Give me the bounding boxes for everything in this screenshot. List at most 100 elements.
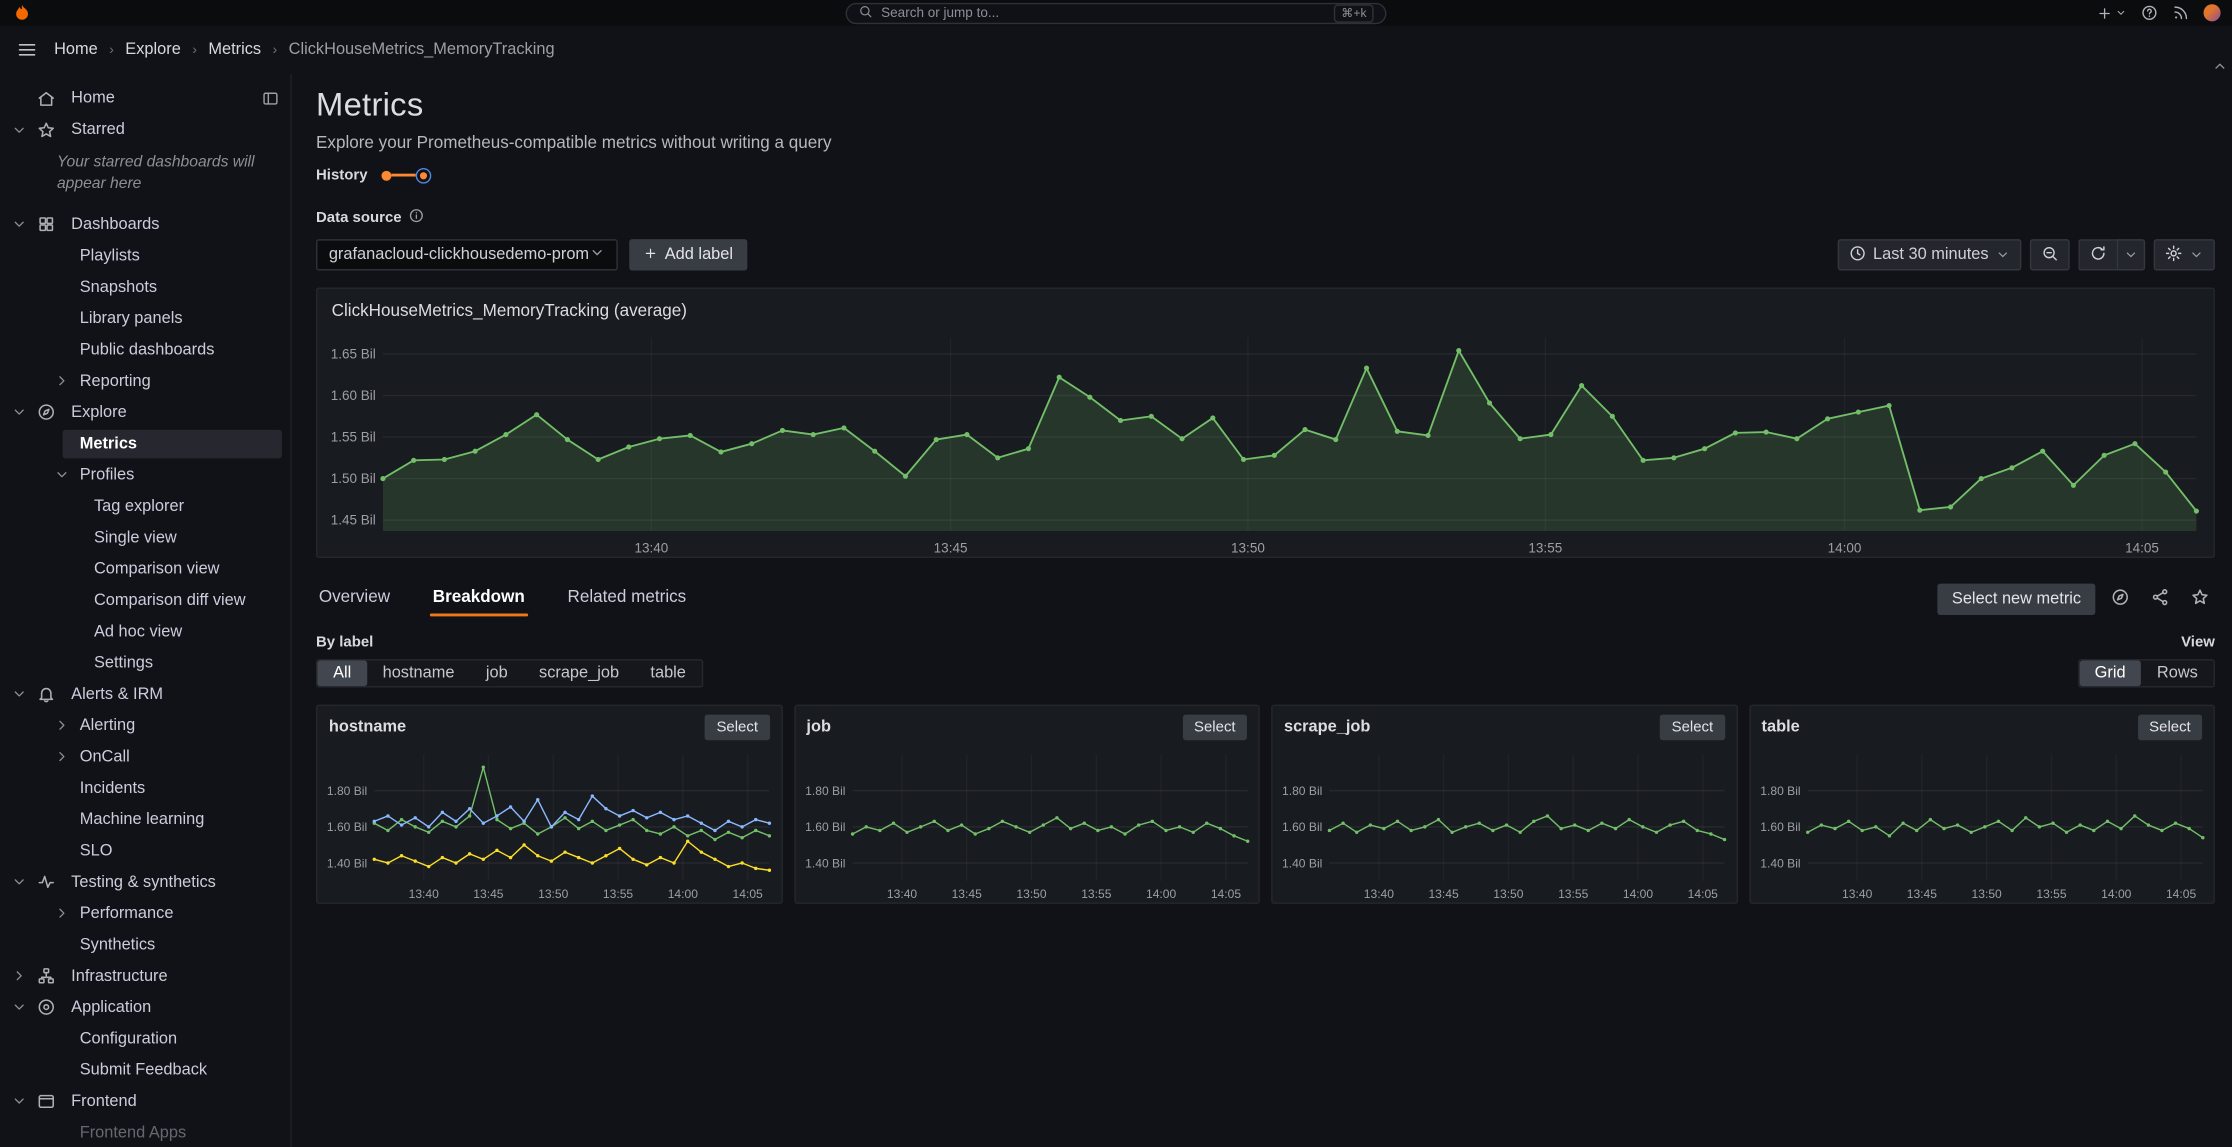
sidebar-item-public-dashboards[interactable]: Public dashboards bbox=[0, 334, 290, 365]
label-filter-all[interactable]: All bbox=[317, 660, 367, 687]
sidebar-item-metrics[interactable]: Metrics bbox=[0, 428, 290, 459]
sidebar-item-submit-feedback[interactable]: Submit Feedback bbox=[0, 1054, 290, 1085]
svg-text:14:00: 14:00 bbox=[1828, 540, 1862, 555]
sidebar-item-synthetics[interactable]: Synthetics bbox=[0, 929, 290, 960]
svg-text:13:50: 13:50 bbox=[1493, 887, 1524, 901]
table-chart[interactable]: 13:40 13:45 13:50 13:55 14:00 14:05 1.40 Bil 1.… bbox=[1750, 743, 2213, 902]
star-icon bbox=[2191, 588, 2207, 604]
sidebar-item-ad-hoc-view[interactable]: Ad hoc view bbox=[0, 616, 290, 647]
clock-icon bbox=[1849, 244, 1866, 265]
share-button[interactable] bbox=[2144, 583, 2175, 614]
select-button-job[interactable]: Select bbox=[1182, 714, 1247, 741]
grafana-logo[interactable] bbox=[11, 2, 32, 23]
sidebar-item-tag-explorer[interactable]: Tag explorer bbox=[0, 491, 290, 522]
sidebar-item-frontend-apps[interactable]: Frontend Apps bbox=[0, 1117, 290, 1147]
tab-overview[interactable]: Overview bbox=[316, 581, 393, 617]
share-icon bbox=[2150, 587, 2169, 610]
svg-text:13:50: 13:50 bbox=[538, 887, 569, 901]
gear-icon bbox=[2165, 244, 2182, 261]
tab-breakdown[interactable]: Breakdown bbox=[429, 581, 528, 617]
refresh-icon bbox=[2091, 245, 2105, 259]
sidebar-item-reporting[interactable]: Reporting bbox=[0, 366, 290, 397]
svg-text:14:05: 14:05 bbox=[1688, 887, 1719, 901]
sidebar-item-home[interactable]: Home bbox=[0, 83, 290, 114]
history-label: History bbox=[316, 166, 368, 184]
sidebar-item-library-panels[interactable]: Library panels bbox=[0, 303, 290, 334]
sidebar-item-playlists[interactable]: Playlists bbox=[0, 240, 290, 271]
sidebar-item-slo[interactable]: SLO bbox=[0, 835, 290, 866]
sidebar-item-oncall[interactable]: OnCall bbox=[0, 741, 290, 772]
sidebar-item-performance[interactable]: Performance bbox=[0, 898, 290, 929]
sidebar-item-comparison-view[interactable]: Comparison view bbox=[0, 553, 290, 584]
sidebar-item-infrastructure[interactable]: Infrastructure bbox=[0, 961, 290, 992]
scrape-job-chart[interactable]: 13:40 13:45 13:50 13:55 14:00 14:05 1.40 Bil 1.… bbox=[1273, 743, 1736, 902]
svg-text:13:55: 13:55 bbox=[1528, 540, 1562, 555]
view-option-rows[interactable]: Rows bbox=[2141, 660, 2213, 686]
bullseye-icon bbox=[38, 999, 54, 1016]
sidebar-item-comparison-diff-view[interactable]: Comparison diff view bbox=[0, 585, 290, 616]
panel-title: hostname bbox=[328, 718, 407, 736]
add-label-button[interactable]: Add label bbox=[629, 239, 748, 271]
sidebar-item-incidents[interactable]: Incidents bbox=[0, 773, 290, 804]
new-menu-button[interactable] bbox=[2097, 5, 2127, 21]
refresh-interval-button[interactable] bbox=[2116, 239, 2146, 271]
page-title: Metrics bbox=[316, 85, 424, 123]
svg-text:1.40 Bil: 1.40 Bil bbox=[1760, 856, 1800, 870]
label-filter-group: All hostname job scrape_job table bbox=[316, 659, 703, 688]
sidebar-item-settings[interactable]: Settings bbox=[0, 647, 290, 678]
sidebar-item-alerts-irm[interactable]: Alerts & IRM bbox=[0, 679, 290, 710]
label-filter-scrape-job[interactable]: scrape_job bbox=[523, 660, 634, 686]
svg-text:1.60 Bil: 1.60 Bil bbox=[1282, 820, 1322, 834]
view-option-grid[interactable]: Grid bbox=[2078, 660, 2142, 687]
svg-text:13:55: 13:55 bbox=[603, 887, 634, 901]
sidebar-item-configuration[interactable]: Configuration bbox=[0, 1023, 290, 1054]
history-stepper[interactable] bbox=[381, 167, 432, 183]
sidebar-item-snapshots[interactable]: Snapshots bbox=[0, 272, 290, 303]
hostname-chart[interactable]: 13:40 13:45 13:50 13:55 14:00 14:05 1.40 Bil 1.… bbox=[317, 743, 780, 902]
select-button-table[interactable]: Select bbox=[2137, 714, 2203, 741]
svg-text:1.65 Bil: 1.65 Bil bbox=[331, 346, 376, 361]
sidebar-item-profiles[interactable]: Profiles bbox=[0, 459, 290, 490]
bookmark-button[interactable] bbox=[2184, 583, 2215, 614]
menu-toggle-button[interactable] bbox=[17, 40, 37, 60]
main-content: Metrics Explore your Prometheus-compatib… bbox=[292, 74, 2232, 1147]
svg-text:1.55 Bil: 1.55 Bil bbox=[331, 429, 376, 444]
sidebar-item-frontend[interactable]: Frontend bbox=[0, 1086, 290, 1117]
select-new-metric-button[interactable]: Select new metric bbox=[1937, 582, 2096, 615]
sidebar-item-testing-synthetics[interactable]: Testing & synthetics bbox=[0, 867, 290, 898]
search-input[interactable]: Search or jump to... ⌘+k bbox=[845, 2, 1387, 24]
breadcrumb-item-metrics[interactable]: Metrics bbox=[208, 41, 261, 58]
news-button[interactable] bbox=[2172, 4, 2189, 21]
datasource-select[interactable]: grafanacloud-clickhousedemo-prom bbox=[316, 239, 618, 271]
zoom-out-button[interactable] bbox=[2029, 239, 2070, 271]
time-range-picker[interactable]: Last 30 minutes bbox=[1837, 239, 2022, 271]
sidebar-item-alerting[interactable]: Alerting bbox=[0, 710, 290, 741]
sidebar-item-single-view[interactable]: Single view bbox=[0, 522, 290, 553]
breadcrumb-item-explore[interactable]: Explore bbox=[125, 41, 181, 58]
job-chart[interactable]: 13:40 13:45 13:50 13:55 14:00 14:05 1.40 Bil 1.… bbox=[795, 743, 1258, 902]
tab-related-metrics[interactable]: Related metrics bbox=[565, 581, 689, 617]
explore-metric-button[interactable] bbox=[2104, 583, 2135, 614]
select-button-hostname[interactable]: Select bbox=[705, 714, 770, 741]
dock-menu-button[interactable] bbox=[262, 90, 279, 107]
sidebar-item-application[interactable]: Application bbox=[0, 992, 290, 1023]
user-avatar[interactable] bbox=[2203, 4, 2221, 22]
settings-button[interactable] bbox=[2153, 239, 2215, 271]
refresh-button[interactable] bbox=[2078, 239, 2117, 271]
select-button-scrape-job[interactable]: Select bbox=[1660, 714, 1725, 741]
sidebar-item-explore[interactable]: Explore bbox=[0, 397, 290, 428]
breadcrumb-item-home[interactable]: Home bbox=[54, 41, 98, 58]
info-icon[interactable] bbox=[409, 205, 425, 231]
label-filter-job[interactable]: job bbox=[470, 660, 523, 686]
sidebar-item-dashboards[interactable]: Dashboards bbox=[0, 209, 290, 240]
help-button[interactable] bbox=[2141, 4, 2158, 21]
main-chart[interactable]: 13:40 13:45 13:50 13:55 14:00 14:05 1.45 Bil 1.… bbox=[317, 323, 2213, 556]
time-toolbar: Last 30 minutes bbox=[1837, 239, 2215, 271]
label-filter-table[interactable]: table bbox=[635, 660, 702, 686]
sidebar-item-machine-learning[interactable]: Machine learning bbox=[0, 804, 290, 835]
search-icon bbox=[858, 4, 872, 23]
label-filter-hostname[interactable]: hostname bbox=[367, 660, 470, 686]
svg-text:1.50 Bil: 1.50 Bil bbox=[331, 471, 376, 486]
sidebar-item-starred[interactable]: Starred bbox=[0, 114, 290, 145]
chevron-down-icon bbox=[14, 879, 24, 885]
